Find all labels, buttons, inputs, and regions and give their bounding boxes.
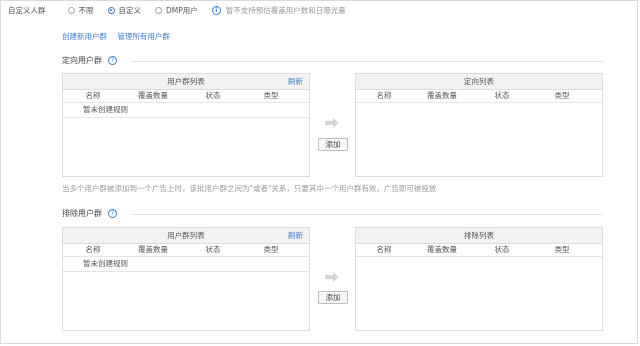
add-button[interactable]: 添加 <box>318 138 348 151</box>
table-header: 名称 覆盖数量 状态 类型 <box>63 244 309 257</box>
col-coverage: 覆盖数量 <box>427 91 457 100</box>
excluded-title-text: 排除用户群 <box>62 209 102 218</box>
col-name: 名称 <box>376 245 392 254</box>
arrow-right-icon <box>325 118 339 128</box>
panel-title: 定向列表 <box>464 77 494 86</box>
add-button[interactable]: 添加 <box>318 291 348 304</box>
help-icon[interactable]: ? <box>108 56 117 65</box>
col-status: 状态 <box>494 91 510 100</box>
col-type: 类型 <box>263 91 279 100</box>
col-status: 状态 <box>205 245 221 254</box>
panel-header: 用户群列表 刷新 <box>63 74 309 90</box>
radio-dmp-label: DMP用户 <box>166 5 198 15</box>
section-divider <box>132 61 602 62</box>
info-icon: i <box>211 5 221 15</box>
panel-header: 定向列表 <box>356 74 602 90</box>
refresh-link[interactable]: 刷新 <box>288 74 303 89</box>
audience-links: 创建新用户群 管理所有用户群 <box>62 31 178 42</box>
table-header: 名称 覆盖数量 状态 类型 <box>356 90 602 103</box>
radio-custom[interactable]: 自定义 <box>107 5 142 16</box>
audience-or-relation-note: 当多个用户群被添加到一个广告上时，该批用户群之间为"或者"关系，只要其中一个用户… <box>62 184 437 193</box>
targeted-section-title: 定向用户群 ? <box>62 55 117 66</box>
radio-dmp[interactable]: DMP用户 <box>155 5 198 16</box>
targeted-list-panel: 定向列表 名称 覆盖数量 状态 类型 <box>355 73 603 177</box>
col-name: 名称 <box>85 91 101 100</box>
panel-header: 排除列表 <box>356 228 602 244</box>
targeted-audience-list-panel: 用户群列表 刷新 名称 覆盖数量 状态 类型 暂未创建规则 <box>62 73 310 177</box>
col-name: 名称 <box>85 245 101 254</box>
empty-row: 暂未创建规则 <box>63 257 309 272</box>
custom-audience-label: 自定义人群 <box>8 5 46 15</box>
radio-unlimited-dot[interactable] <box>67 6 75 14</box>
radio-dmp-dot[interactable] <box>155 6 162 14</box>
manage-audience-link[interactable]: 管理所有用户群 <box>117 32 170 41</box>
targeted-title-text: 定向用户群 <box>62 56 102 65</box>
radio-custom-label: 自定义 <box>118 5 142 15</box>
radio-custom-dot[interactable] <box>107 6 115 14</box>
panel-header: 用户群列表 刷新 <box>63 228 309 244</box>
radio-unlimited-label: 不限 <box>78 5 94 15</box>
panel-title: 用户群列表 <box>167 231 205 240</box>
excluded-list-panel: 排除列表 名称 覆盖数量 状态 类型 <box>355 227 603 331</box>
col-status: 状态 <box>494 245 510 254</box>
col-status: 状态 <box>205 91 221 100</box>
excluded-section-title: 排除用户群 ? <box>62 208 117 219</box>
panel-title: 用户群列表 <box>167 77 205 86</box>
radio-unlimited[interactable]: 不限 <box>67 5 94 16</box>
create-audience-link[interactable]: 创建新用户群 <box>62 32 107 41</box>
col-coverage: 覆盖数量 <box>138 91 168 100</box>
col-type: 类型 <box>263 245 279 254</box>
col-coverage: 覆盖数量 <box>427 245 457 254</box>
col-type: 类型 <box>554 245 570 254</box>
refresh-link[interactable]: 刷新 <box>288 228 303 243</box>
section-divider <box>132 214 602 215</box>
table-header: 名称 覆盖数量 状态 类型 <box>63 90 309 103</box>
arrow-right-icon <box>325 272 339 282</box>
col-name: 名称 <box>376 91 392 100</box>
table-header: 名称 覆盖数量 状态 类型 <box>356 244 602 257</box>
excluded-audience-list-panel: 用户群列表 刷新 名称 覆盖数量 状态 类型 暂未创建规则 <box>62 227 310 331</box>
custom-audience-row: 自定义人群 不限 自定义 DMP用户 i 暂不支持预估覆盖用户数和日曝光量 <box>8 4 346 16</box>
col-coverage: 覆盖数量 <box>138 245 168 254</box>
panel-title: 排除列表 <box>464 231 494 240</box>
col-type: 类型 <box>554 91 570 100</box>
estimate-hint: 暂不支持预估覆盖用户数和日曝光量 <box>225 5 346 15</box>
empty-row: 暂未创建规则 <box>63 103 309 118</box>
help-icon[interactable]: ? <box>108 209 117 218</box>
